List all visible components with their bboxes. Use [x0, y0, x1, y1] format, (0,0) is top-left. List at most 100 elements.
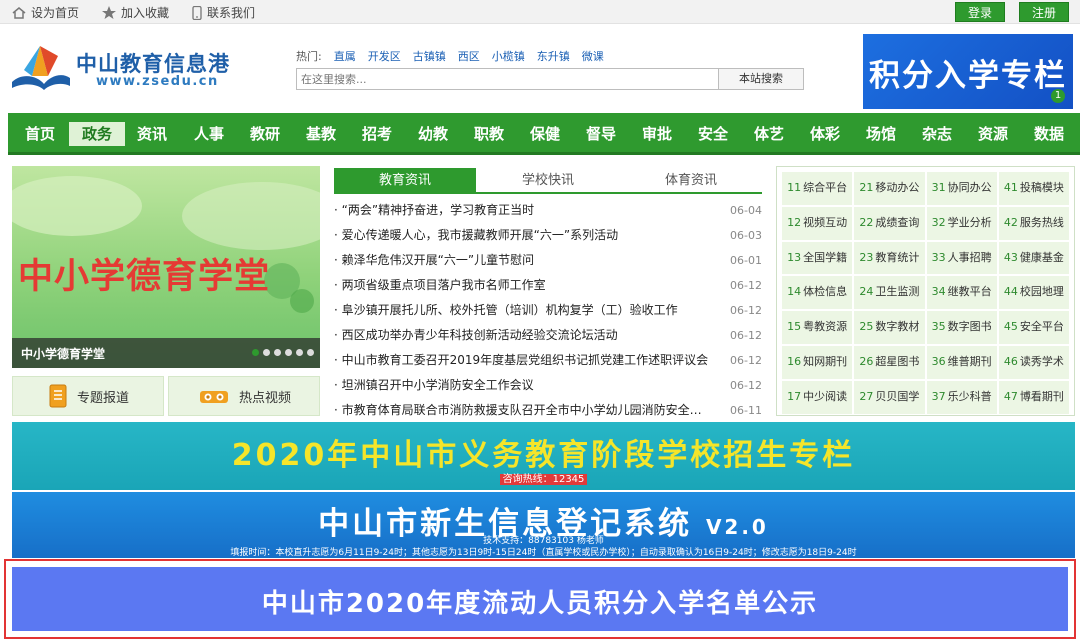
- list-item[interactable]: · 坦洲镇召开中小学消防安全工作会议 06-12: [334, 373, 764, 398]
- news-title[interactable]: · 坦洲镇召开中小学消防安全工作会议: [334, 373, 722, 398]
- tab-school-news[interactable]: 学校快讯: [477, 168, 619, 194]
- nav-item-government[interactable]: 政务: [69, 122, 125, 146]
- quick-link[interactable]: 14 体检信息: [782, 276, 853, 310]
- quick-link[interactable]: 12 视频互动: [782, 206, 853, 240]
- quick-link[interactable]: 25 数字教材: [854, 311, 925, 344]
- enrollment-banner[interactable]: 2020年中山市义务教育阶段学校招生专栏 咨询热线：12345: [12, 422, 1075, 490]
- hot-link[interactable]: 东升镇: [537, 48, 570, 64]
- nav-item-data[interactable]: 数据: [1027, 122, 1071, 146]
- nav-item-safety[interactable]: 安全: [691, 122, 735, 146]
- nav-item-news[interactable]: 资讯: [130, 122, 174, 146]
- points-enrollment-promo[interactable]: 积分入学专栏 1: [863, 34, 1073, 109]
- quick-link[interactable]: 36 维普期刊: [926, 345, 997, 379]
- quick-link[interactable]: 15 粤教资源: [782, 311, 853, 344]
- nav-item-magazine[interactable]: 杂志: [915, 122, 959, 146]
- slide-dot[interactable]: [307, 349, 314, 356]
- slide-dot[interactable]: [252, 349, 259, 356]
- tab-sports-news[interactable]: 体育资讯: [620, 168, 762, 194]
- nav-item-venues[interactable]: 场馆: [859, 122, 903, 146]
- quick-link[interactable]: 26 超星图书: [854, 345, 925, 379]
- quick-link[interactable]: 17 中少阅读: [782, 380, 853, 414]
- quick-link[interactable]: 43 健康基金: [998, 241, 1069, 275]
- nav-item-inspection[interactable]: 督导: [579, 122, 623, 146]
- list-item[interactable]: · 阜沙镇开展托儿所、校外托管（培训）机构复学（工）验收工作 06-12: [334, 298, 764, 323]
- contact-us-link[interactable]: 联系我们: [192, 4, 255, 21]
- nav-item-preschool[interactable]: 幼教: [411, 122, 455, 146]
- slide-dot[interactable]: [263, 349, 270, 356]
- nav-item-sports-arts[interactable]: 体艺: [747, 122, 791, 146]
- hot-link[interactable]: 小榄镇: [492, 48, 525, 64]
- search-input[interactable]: [296, 68, 720, 90]
- news-title[interactable]: · 阜沙镇开展托儿所、校外托管（培训）机构复学（工）验收工作: [334, 298, 722, 323]
- nav-item-personnel[interactable]: 人事: [187, 122, 231, 146]
- news-date: 06-03: [730, 229, 762, 242]
- feature-banner[interactable]: 中小学德育学堂 中小学德育学堂: [12, 166, 320, 368]
- nav-item-home[interactable]: 首页: [18, 122, 62, 146]
- list-item[interactable]: · 西区成功举办青少年科技创新活动经验交流论坛活动 06-12: [334, 323, 764, 348]
- quick-link[interactable]: 31 协同办公: [926, 172, 997, 205]
- nav-item-research[interactable]: 教研: [243, 122, 287, 146]
- quick-link[interactable]: 22 成绩查询: [854, 206, 925, 240]
- news-title[interactable]: · 西区成功举办青少年科技创新活动经验交流论坛活动: [334, 323, 722, 348]
- quick-link[interactable]: 27 贝贝国学: [854, 380, 925, 414]
- news-title[interactable]: · “两会”精神抒奋进，学习教育正当时: [334, 198, 722, 223]
- quick-link[interactable]: 45 安全平台: [998, 311, 1069, 344]
- points-list-banner[interactable]: 中山市2020年度流动人员积分入学名单公示: [12, 567, 1068, 631]
- news-title[interactable]: · 爱心传递暖人心，我市援藏教师开展“六一”系列活动: [334, 223, 722, 248]
- nav-item-exams[interactable]: 招考: [355, 122, 399, 146]
- tab-education-news[interactable]: 教育资讯: [334, 168, 476, 194]
- hot-link[interactable]: 微课: [582, 48, 604, 64]
- list-item[interactable]: · 市教育体育局联合市消防救援支队召开全市中小学幼儿园消防安全… 06-11: [334, 398, 764, 423]
- grid-row: 13 全国学籍 23 教育统计 33 人事招聘 43 健康基金: [781, 241, 1070, 276]
- special-report-button[interactable]: 专题报道: [12, 376, 164, 416]
- login-button[interactable]: 登录: [955, 2, 1005, 22]
- news-title[interactable]: · 中山市教育工委召开2019年度基层党组织书记抓党建工作述职评议会: [334, 348, 722, 373]
- quick-link[interactable]: 35 数字图书: [926, 311, 997, 344]
- search-button[interactable]: 本站搜索: [718, 68, 804, 90]
- quick-link[interactable]: 24 卫生监测: [854, 276, 925, 310]
- slide-dot[interactable]: [274, 349, 281, 356]
- quick-link[interactable]: 13 全国学籍: [782, 241, 853, 275]
- list-item[interactable]: · 中山市教育工委召开2019年度基层党组织书记抓党建工作述职评议会 06-12: [334, 348, 764, 373]
- news-title[interactable]: · 两项省级重点项目落户我市名师工作室: [334, 273, 722, 298]
- add-favorite-link[interactable]: 加入收藏: [102, 4, 169, 21]
- nav-item-basic-edu[interactable]: 基教: [299, 122, 343, 146]
- list-item[interactable]: · 两项省级重点项目落户我市名师工作室 06-12: [334, 273, 764, 298]
- quick-link[interactable]: 44 校园地理: [998, 276, 1069, 310]
- quick-link[interactable]: 23 教育统计: [854, 241, 925, 275]
- quick-link[interactable]: 46 读秀学术: [998, 345, 1069, 379]
- hot-link[interactable]: 开发区: [368, 48, 401, 64]
- news-title[interactable]: · 市教育体育局联合市消防救援支队召开全市中小学幼儿园消防安全…: [334, 398, 722, 423]
- nav-item-lottery[interactable]: 体彩: [803, 122, 847, 146]
- nav-item-health[interactable]: 保健: [523, 122, 567, 146]
- list-item[interactable]: · 爱心传递暖人心，我市援藏教师开展“六一”系列活动 06-03: [334, 223, 764, 248]
- quick-link[interactable]: 32 学业分析: [926, 206, 997, 240]
- site-logo[interactable]: 中山教育信息港 www.zsedu.cn: [10, 40, 250, 96]
- register-button[interactable]: 注册: [1019, 2, 1069, 22]
- list-item[interactable]: · “两会”精神抒奋进，学习教育正当时 06-04: [334, 198, 764, 223]
- quick-link[interactable]: 47 博看期刊: [998, 380, 1069, 414]
- hot-link[interactable]: 古镇镇: [413, 48, 446, 64]
- hot-link[interactable]: 直属: [334, 48, 356, 64]
- quick-link[interactable]: 21 移动办公: [854, 172, 925, 205]
- slide-dot[interactable]: [285, 349, 292, 356]
- set-home-link[interactable]: 设为首页: [12, 4, 79, 21]
- quick-link[interactable]: 37 乐少科普: [926, 380, 997, 414]
- slide-dot[interactable]: [296, 349, 303, 356]
- quick-link[interactable]: 42 服务热线: [998, 206, 1069, 240]
- quick-link[interactable]: 11 综合平台: [782, 172, 853, 205]
- list-item[interactable]: · 赖泽华危伟汉开展“六一”儿童节慰问 06-01: [334, 248, 764, 273]
- registration-system-banner[interactable]: 中山市新生信息登记系统 V2.0 技术支持：88783103 杨老师 填报时间：…: [12, 492, 1075, 558]
- logo-book-icon: [12, 46, 70, 90]
- news-title[interactable]: · 赖泽华危伟汉开展“六一”儿童节慰问: [334, 248, 722, 273]
- quick-link[interactable]: 41 投稿模块: [998, 172, 1069, 205]
- hot-video-button[interactable]: 热点视频: [168, 376, 320, 416]
- nav-item-approval[interactable]: 审批: [635, 122, 679, 146]
- promo-badge[interactable]: 1: [1051, 89, 1065, 103]
- quick-link[interactable]: 16 知网期刊: [782, 345, 853, 379]
- nav-item-resources[interactable]: 资源: [971, 122, 1015, 146]
- hot-link[interactable]: 西区: [458, 48, 480, 64]
- quick-link[interactable]: 33 人事招聘: [926, 241, 997, 275]
- quick-link[interactable]: 34 继教平台: [926, 276, 997, 310]
- nav-item-vocational[interactable]: 职教: [467, 122, 511, 146]
